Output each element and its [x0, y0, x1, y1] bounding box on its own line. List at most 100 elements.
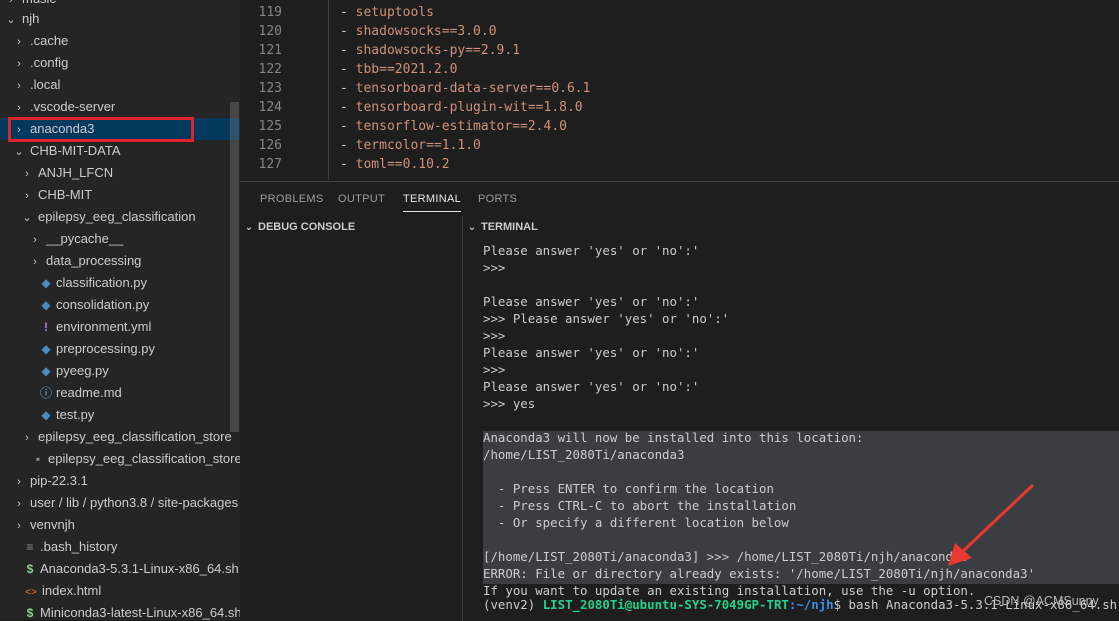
code-line: 122 - tbb==2021.2.0 [240, 60, 458, 79]
tab-output[interactable]: OUTPUT [338, 182, 385, 216]
code-line: 119 - setuptools [240, 3, 434, 22]
code-line: 126 - termcolor==1.1.0 [240, 136, 481, 155]
terminal-pane-header[interactable]: ⌄ TERMINAL [465, 216, 538, 238]
line-number: 127 [258, 157, 282, 172]
tree-item-label: index.html [42, 583, 102, 598]
tree-item[interactable]: ⌄ CHB-MIT-DATA [0, 140, 240, 162]
line-number: 123 [258, 81, 282, 96]
code-value: shadowsocks==3.0.0 [355, 24, 497, 39]
tree-item[interactable]: ◆ test.py [0, 404, 240, 426]
tree-item[interactable]: ◆ classification.py [0, 272, 240, 294]
tree-item[interactable]: ▪ epilepsy_eeg_classification_store.... [0, 448, 240, 470]
tree-item-label: user / lib / python3.8 / site-packages [30, 495, 239, 510]
code-value: termcolor==1.1.0 [355, 138, 481, 153]
tab-ports[interactable]: PORTS [478, 182, 517, 216]
chevron-right-icon: › [17, 36, 21, 48]
tree-item[interactable]: › __pycache__ [0, 228, 240, 250]
chevron-down-icon: ⌄ [244, 222, 254, 233]
tree-item-label: .local [30, 77, 61, 92]
tree-item[interactable]: ⌄ epilepsy_eeg_classification [0, 206, 240, 228]
terminal-line: - Press CTRL-C to abort the installation [483, 498, 797, 513]
code-line: 124 - tensorboard-plugin-wit==1.8.0 [240, 98, 583, 117]
tree-item-label: classification.py [56, 275, 148, 290]
tree-item[interactable]: › epilepsy_eeg_classification_store [0, 426, 240, 448]
tree-item[interactable]: › .local [0, 74, 240, 96]
chevron-right-icon: › [17, 498, 21, 510]
tree-item[interactable]: › venvnjh [0, 514, 240, 536]
python-file-icon: ◆ [41, 342, 51, 356]
tree-item-label: test.py [56, 407, 95, 422]
code-value: tensorflow-estimator==2.4.0 [355, 119, 567, 134]
code-value: toml==0.10.2 [355, 157, 450, 172]
tree-item-label: environment.yml [56, 319, 152, 334]
tree-item[interactable]: › .config [0, 52, 240, 74]
tree-item[interactable]: ≡ .bash_history [0, 536, 240, 558]
chevron-right-icon: › [25, 168, 29, 180]
tree-item[interactable]: <> index.html [0, 580, 240, 602]
line-number: 121 [258, 43, 282, 58]
tab-problems[interactable]: PROBLEMS [260, 182, 324, 216]
tree-item-label: .vscode-server [30, 99, 116, 114]
terminal-line: Please answer 'yes' or 'no':' [483, 379, 700, 394]
terminal-line: >>> yes [483, 396, 536, 411]
code-value: tbb==2021.2.0 [355, 62, 458, 77]
code-text: - shadowsocks-py==2.9.1 [340, 43, 521, 58]
tree-item[interactable]: $ Anaconda3-5.3.1-Linux-x86_64.sh [0, 558, 240, 580]
tree-item[interactable]: › user / lib / python3.8 / site-packages [0, 492, 240, 514]
tree-item[interactable]: ◆ consolidation.py [0, 294, 240, 316]
terminal-line: >>> [483, 362, 506, 377]
tree-item-label: data_processing [46, 253, 142, 268]
code-editor[interactable]: 119- setuptools 120- shadowsocks==3.0.0 12… [240, 0, 1119, 180]
line-number: 120 [258, 24, 282, 39]
shell-file-icon: $ [26, 562, 34, 576]
tab-terminal[interactable]: TERMINAL [403, 182, 462, 216]
terminal-output[interactable]: Please answer 'yes' or 'no':' >>> Please a… [483, 238, 1119, 621]
tree-item-label: ANJH_LFCN [38, 165, 114, 180]
tree-item[interactable]: › .vscode-server [0, 96, 240, 118]
code-text: - termcolor==1.1.0 [340, 138, 481, 153]
terminal-line: >>> [483, 328, 506, 343]
tree-item-label: CHB-MIT-DATA [30, 143, 121, 158]
line-number: 126 [258, 138, 282, 153]
chevron-down-icon: ⌄ [467, 222, 477, 233]
code-line: 125 - tensorflow-estimator==2.4.0 [240, 117, 567, 136]
chevron-right-icon: › [33, 234, 37, 246]
tree-item-label: epilepsy_eeg_classification_store.... [48, 451, 240, 466]
yaml-file-icon: ! [44, 320, 48, 334]
python-file-icon: ◆ [41, 408, 51, 422]
tree-item[interactable]: ◆ pyeeg.py [0, 360, 240, 382]
terminal-line: /home/LIST_2080Ti/anaconda3 [483, 447, 685, 462]
terminal-line: [/home/LIST_2080Ti/anaconda3] >>> /home/… [483, 549, 968, 564]
code-value: tensorboard-data-server==0.6.1 [355, 81, 591, 96]
code-value: shadowsocks-py==2.9.1 [355, 43, 521, 58]
terminal-line: >>> [483, 260, 506, 275]
tree-item-label: consolidation.py [56, 297, 150, 312]
tree-item[interactable]: ⌄ njh [0, 8, 240, 30]
code-line: 127 - toml==0.10.2 [240, 155, 450, 174]
tree-item[interactable]: ! environment.yml [0, 316, 240, 338]
chevron-right-icon: › [17, 476, 21, 488]
generic-file-icon: ▪ [35, 452, 41, 466]
sidebar-scrollbar[interactable] [230, 102, 239, 432]
tree-item[interactable]: › pip-22.3.1 [0, 470, 240, 492]
python-file-icon: ◆ [41, 276, 51, 290]
tree-item[interactable]: › ANJH_LFCN [0, 162, 240, 184]
tree-item[interactable]: › .cache [0, 30, 240, 52]
line-number: 125 [258, 119, 282, 134]
debug-console-header[interactable]: ⌄ DEBUG CONSOLE [242, 216, 355, 238]
pane-divider[interactable] [462, 216, 463, 621]
tree-item[interactable]: ⓘ readme.md [0, 382, 240, 404]
tree-item[interactable]: › CHB-MIT [0, 184, 240, 206]
annotation-highlight-box [8, 117, 194, 142]
code-text: - toml==0.10.2 [340, 157, 450, 172]
code-text: - tensorboard-data-server==0.6.1 [340, 81, 591, 96]
list-file-icon: ≡ [26, 540, 34, 554]
code-text: - tensorboard-plugin-wit==1.8.0 [340, 100, 583, 115]
tree-item[interactable]: $ Miniconda3-latest-Linux-x86_64.sh [0, 602, 240, 620]
tree-item[interactable]: ◆ preprocessing.py [0, 338, 240, 360]
chevron-down-icon: ⌄ [22, 212, 32, 224]
chevron-right-icon: › [17, 58, 21, 70]
tree-item-label: readme.md [56, 385, 122, 400]
tree-item-label: Anaconda3-5.3.1-Linux-x86_64.sh [40, 561, 239, 576]
tree-item[interactable]: › data_processing [0, 250, 240, 272]
